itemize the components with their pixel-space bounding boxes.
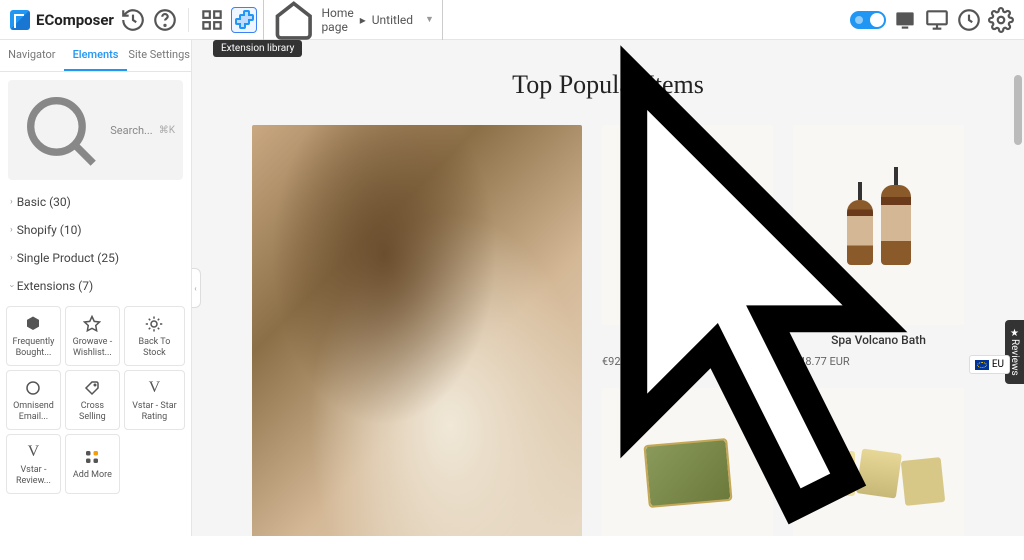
product-card-1[interactable]: Juniper Body Wash €92.40 EUR — [602, 125, 773, 368]
cube-icon — [24, 315, 42, 333]
topbar: EComposer Home page ▸ Untitled ▼ — [0, 0, 1024, 40]
ext-cross-selling[interactable]: Cross Selling Product — [65, 370, 120, 430]
product-image — [793, 388, 964, 536]
chevron-right-icon: › — [10, 253, 13, 263]
sun-icon — [145, 315, 163, 333]
eu-flag-icon — [975, 360, 989, 370]
product-image — [602, 388, 773, 536]
scrollbar[interactable] — [1012, 40, 1022, 536]
breadcrumb[interactable]: Home page ▸ Untitled ▼ — [263, 0, 443, 45]
display-icon[interactable] — [892, 7, 918, 33]
ext-vstar-review[interactable]: VVstar - Review... — [6, 434, 61, 494]
chevron-down-icon: ▼ — [425, 14, 434, 25]
search-placeholder: Search... — [110, 124, 153, 137]
star-icon — [83, 315, 101, 333]
extensions-grid: Frequently Bought... Growave - Wishlist.… — [0, 300, 191, 500]
category-shopify[interactable]: ›Shopify (10) — [0, 216, 191, 244]
separator — [188, 8, 189, 32]
product-image — [602, 125, 773, 325]
search-input[interactable]: Search... ⌘K — [8, 80, 183, 180]
category-basic[interactable]: ›Basic (30) — [0, 188, 191, 216]
sidebar-tabs: Navigator Elements Site Settings — [0, 40, 191, 72]
extension-library-button[interactable] — [231, 7, 257, 33]
ext-add-more[interactable]: Add More — [65, 434, 120, 494]
tab-navigator[interactable]: Navigator — [0, 40, 64, 71]
breadcrumb-sep: ▸ — [360, 13, 366, 27]
product-card-4[interactable] — [793, 388, 964, 536]
chevron-down-icon: › — [6, 285, 16, 288]
ext-frequently-bought[interactable]: Frequently Bought... — [6, 306, 61, 366]
product-name: Juniper Body Wash — [602, 333, 773, 347]
tab-site-settings[interactable]: Site Settings — [127, 40, 191, 71]
category-extensions[interactable]: ›Extensions (7) — [0, 272, 191, 300]
help-icon[interactable] — [152, 7, 178, 33]
v-icon: V — [145, 379, 163, 397]
ext-omnisend[interactable]: Omnisend Email... — [6, 370, 61, 430]
grid-view-icon[interactable] — [199, 7, 225, 33]
hero-image[interactable] — [252, 125, 582, 536]
product-card-3[interactable] — [602, 388, 773, 536]
desktop-icon[interactable] — [924, 7, 950, 33]
grid-add-icon — [83, 448, 101, 466]
logo-mark-icon — [10, 10, 30, 30]
product-price: €92.40 EUR — [602, 355, 773, 368]
breadcrumb-home: Home page — [321, 6, 353, 34]
ext-back-to-stock[interactable]: Back To Stock Notifications — [124, 306, 185, 366]
search-hotkey: ⌘K — [159, 125, 175, 136]
brand-name: EComposer — [36, 11, 114, 29]
collapse-handle[interactable]: ‹ — [192, 268, 201, 308]
circle-icon — [24, 379, 42, 397]
category-single-product[interactable]: ›Single Product (25) — [0, 244, 191, 272]
history-icon[interactable] — [120, 7, 146, 33]
sidebar: Navigator Elements Site Settings Search.… — [0, 40, 192, 536]
breadcrumb-title: Untitled — [372, 13, 413, 27]
logo: EComposer — [10, 10, 114, 30]
tooltip: Extension library — [213, 40, 302, 57]
search-icon — [16, 86, 104, 174]
ext-vstar-rating[interactable]: VVstar - Star Rating — [124, 370, 185, 430]
chevron-right-icon: › — [10, 197, 13, 207]
history2-icon[interactable] — [956, 7, 982, 33]
chevron-right-icon: › — [10, 225, 13, 235]
canvas[interactable]: ‹ Top Popular Items Juniper Body Wash €9… — [192, 40, 1024, 536]
v-icon: V — [24, 443, 42, 461]
settings-icon[interactable] — [988, 7, 1014, 33]
tab-elements[interactable]: Elements — [64, 40, 128, 71]
product-name: Spa Volcano Bath — [793, 333, 964, 347]
preview-toggle[interactable] — [850, 11, 886, 29]
page-content: Top Popular Items Juniper Body Wash €92.… — [192, 40, 1024, 536]
product-card-2[interactable]: Spa Volcano Bath €48.77 EUR — [793, 125, 964, 368]
product-price: €48.77 EUR — [793, 355, 964, 368]
ext-growave[interactable]: Growave - Wishlist... — [65, 306, 120, 366]
currency-badge[interactable]: EU — [969, 355, 1010, 374]
page-title: Top Popular Items — [252, 70, 964, 100]
product-image — [793, 125, 964, 325]
tag-icon — [83, 379, 101, 397]
